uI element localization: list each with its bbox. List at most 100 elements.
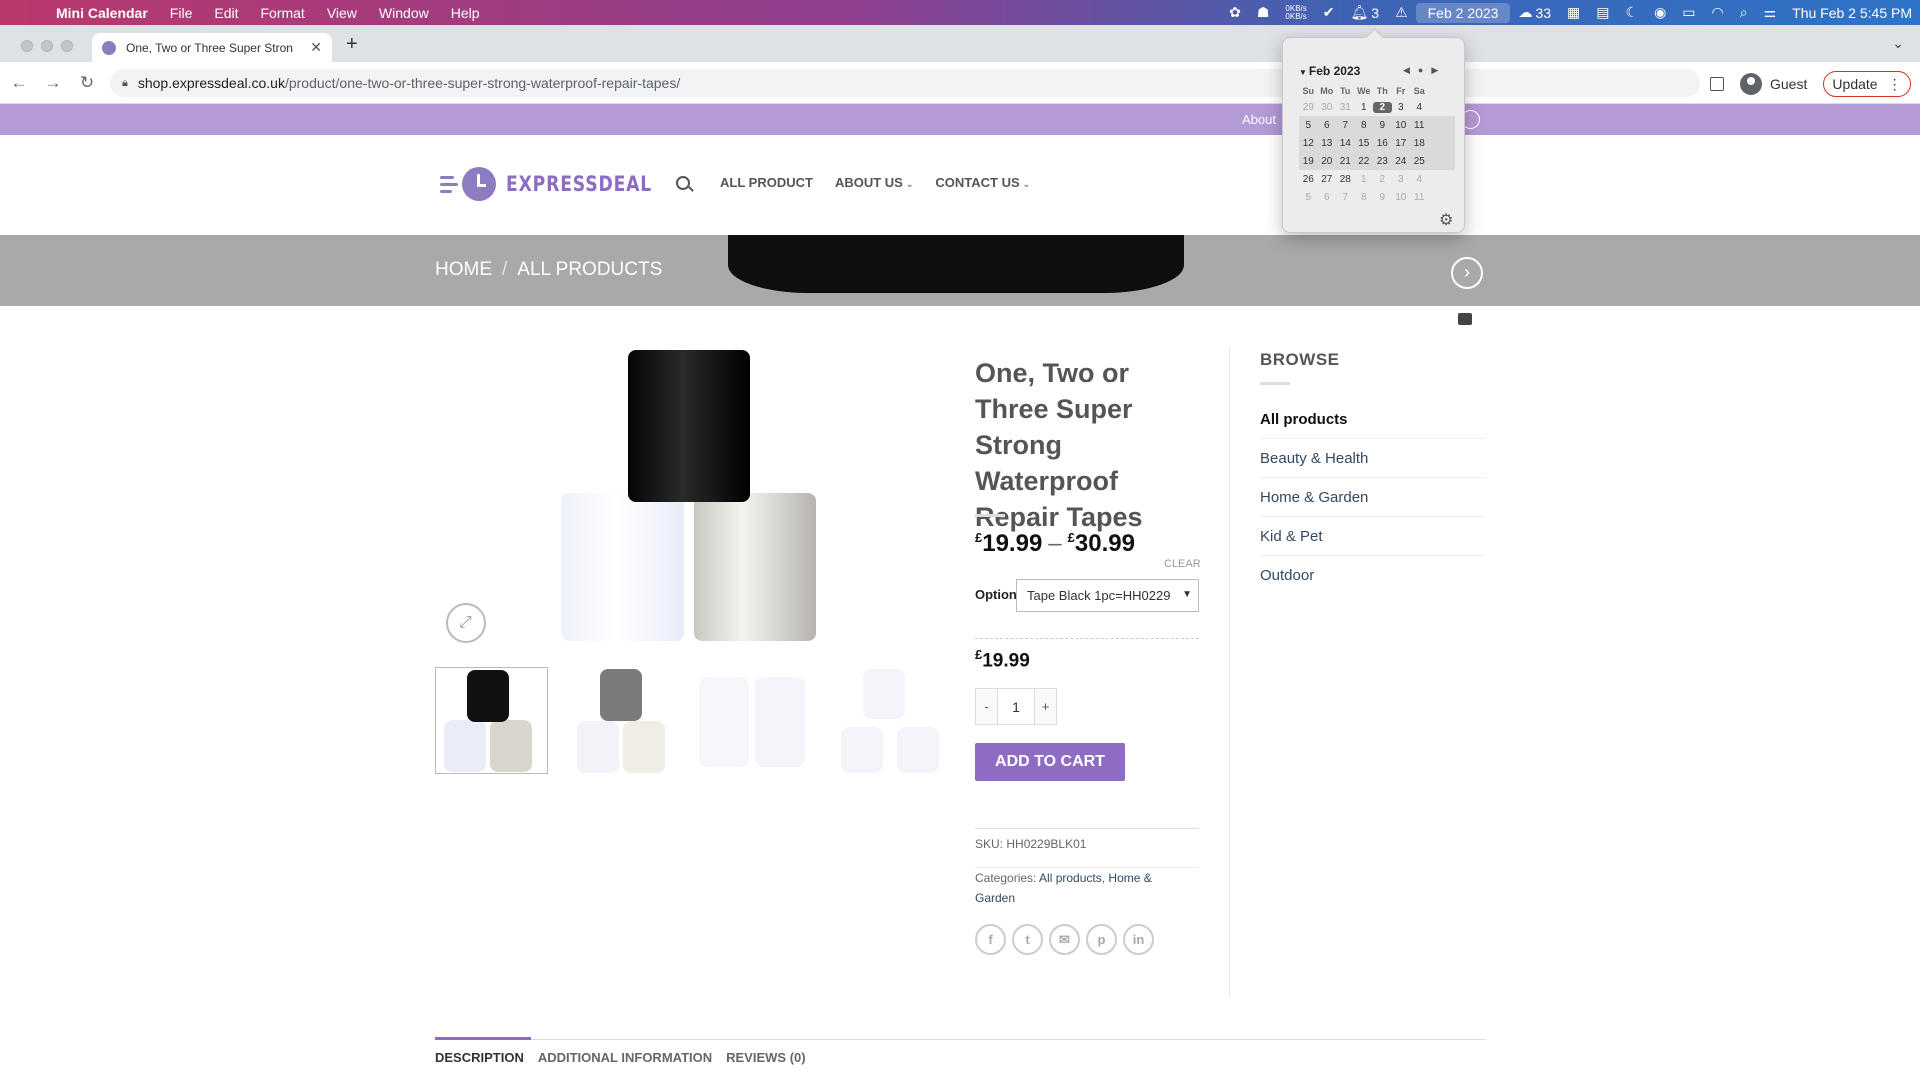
check-icon[interactable]: ✔ — [1315, 4, 1343, 21]
twitter-icon[interactable]: t — [1012, 924, 1043, 955]
thumbnail-1[interactable] — [435, 667, 548, 774]
menu-window[interactable]: Window — [368, 5, 440, 21]
browser-tab-active[interactable]: One, Two or Three Super Stron ✕ — [92, 33, 332, 62]
update-button[interactable]: Update ⋮ — [1823, 71, 1911, 97]
category-home-garden-link[interactable]: Home & — [1108, 871, 1151, 885]
email-icon[interactable]: ✉ — [1049, 924, 1080, 955]
calendar-day[interactable]: 27 — [1318, 174, 1337, 185]
guest-avatar[interactable] — [1740, 73, 1762, 95]
close-window-button[interactable] — [21, 40, 33, 52]
tab-search-chevron-icon[interactable]: ⌄ — [1892, 35, 1904, 52]
paw-icon[interactable]: ✿ — [1221, 4, 1249, 21]
calendar-day[interactable]: 7 — [1336, 120, 1355, 131]
calendar-day[interactable]: 3 — [1392, 174, 1411, 185]
menu-file[interactable]: File — [159, 5, 204, 21]
today-dot-icon[interactable]: ● — [1418, 65, 1431, 75]
qty-increase-button[interactable]: + — [1034, 688, 1057, 725]
sidebar-item-outdoor[interactable]: Outdoor — [1260, 556, 1485, 595]
alert-icon[interactable]: ⚠ — [1387, 4, 1416, 21]
calendar-day[interactable]: 18 — [1410, 138, 1429, 149]
menu-view[interactable]: View — [316, 5, 368, 21]
calendar-date-chip[interactable]: Feb 2 2023 — [1415, 2, 1511, 23]
calendar-day[interactable]: 22 — [1355, 156, 1374, 167]
top-about-link[interactable]: About — [1242, 112, 1276, 127]
zoom-window-button[interactable] — [61, 40, 73, 52]
back-button[interactable]: ← — [4, 73, 34, 93]
pinterest-icon[interactable]: p — [1086, 924, 1117, 955]
category-home-garden-link-cont[interactable]: Garden — [975, 891, 1015, 905]
calendar-day[interactable]: 1 — [1355, 102, 1374, 113]
notification-bell[interactable]: 🔔︎ 3 — [1342, 4, 1387, 21]
calendar-day-today[interactable]: 2 — [1373, 101, 1392, 113]
grid-icon[interactable]: ▤ — [1588, 4, 1617, 21]
calendar-day[interactable]: 4 — [1410, 102, 1429, 113]
calendar-day[interactable]: 29 — [1299, 102, 1318, 113]
add-to-cart-button[interactable]: ADD TO CART — [975, 743, 1125, 781]
calendar-day[interactable]: 8 — [1355, 120, 1374, 131]
calendar-day[interactable]: 23 — [1373, 156, 1392, 167]
sidebar-item-kid-pet[interactable]: Kid & Pet — [1260, 517, 1485, 556]
menu-format[interactable]: Format — [249, 5, 315, 21]
calendar-day[interactable]: 20 — [1318, 156, 1337, 167]
calendar-day[interactable]: 25 — [1410, 156, 1429, 167]
calendar-day[interactable]: 17 — [1392, 138, 1411, 149]
calendar-day[interactable]: 9 — [1373, 192, 1392, 203]
calendar-day[interactable]: 5 — [1299, 120, 1318, 131]
reload-button[interactable]: ↻ — [72, 73, 102, 93]
calendar-day[interactable]: 2 — [1373, 174, 1392, 185]
calendar-day[interactable]: 10 — [1392, 120, 1411, 131]
minimize-window-button[interactable] — [41, 40, 53, 52]
zoom-image-button[interactable]: ⤢ — [446, 603, 486, 643]
site-logo[interactable]: EXPRESSDEAL — [440, 167, 684, 201]
calendar-day[interactable]: 1 — [1355, 174, 1374, 185]
tab-additional-information[interactable]: ADDITIONAL INFORMATION — [538, 1040, 719, 1073]
calendar-day[interactable]: 15 — [1355, 138, 1374, 149]
sidebar-item-beauty-health[interactable]: Beauty & Health — [1260, 439, 1485, 478]
calendar-day[interactable]: 14 — [1336, 138, 1355, 149]
calendar-day[interactable]: 12 — [1299, 138, 1318, 149]
calendar-day[interactable]: 31 — [1336, 102, 1355, 113]
sidebar-item-all-products[interactable]: All products — [1260, 400, 1485, 439]
calendar-day[interactable]: 3 — [1392, 102, 1411, 113]
calendar-day[interactable]: 28 — [1336, 174, 1355, 185]
nav-about-us[interactable]: ABOUT US ⌄ — [835, 175, 913, 190]
next-month-icon[interactable]: ▶ — [1431, 65, 1446, 75]
qty-input[interactable]: 1 — [998, 688, 1034, 725]
nav-contact-us[interactable]: CONTACT US ⌄ — [935, 175, 1030, 190]
linkedin-icon[interactable]: in — [1123, 924, 1154, 955]
menu-edit[interactable]: Edit — [203, 5, 249, 21]
new-tab-button[interactable]: + — [346, 33, 358, 56]
side-panel-icon[interactable] — [1710, 77, 1724, 91]
calendar-day[interactable]: 4 — [1410, 174, 1429, 185]
calendar-day[interactable]: 16 — [1373, 138, 1392, 149]
facebook-icon[interactable]: f — [975, 924, 1006, 955]
main-product-image[interactable] — [555, 348, 940, 650]
gear-icon[interactable]: ⚙ — [1439, 210, 1453, 230]
wechat-status[interactable]: ☁ 33 — [1510, 4, 1559, 21]
tab-description[interactable]: DESCRIPTION — [435, 1037, 531, 1073]
calendar-day[interactable]: 11 — [1410, 120, 1429, 131]
search-icon[interactable] — [676, 175, 690, 190]
thumbnail-3[interactable] — [699, 667, 812, 774]
prev-month-icon[interactable]: ◀ — [1403, 65, 1418, 75]
thumbnail-4[interactable] — [831, 667, 944, 774]
breadcrumb-home[interactable]: HOME — [435, 259, 492, 280]
control-center-icon[interactable]: ⚌ — [1756, 4, 1785, 21]
calendar-day[interactable]: 21 — [1336, 156, 1355, 167]
spotlight-icon[interactable]: ⌕ — [1732, 4, 1756, 21]
calendar-day[interactable]: 24 — [1392, 156, 1411, 167]
menubar-clock[interactable]: Thu Feb 2 5:45 PM — [1784, 5, 1920, 21]
profile-name[interactable]: Guest — [1770, 76, 1807, 92]
cart-icon[interactable] — [1458, 313, 1472, 325]
calendar-day[interactable]: 9 — [1373, 120, 1392, 131]
calendar-month-header[interactable]: ▼ Feb 2023 — [1299, 64, 1360, 78]
moon-icon[interactable]: ☾ — [1618, 4, 1647, 21]
app-menu[interactable]: Mini Calendar — [56, 5, 159, 21]
clear-option-link[interactable]: CLEAR — [1164, 558, 1201, 570]
calendar-day[interactable]: 30 — [1318, 102, 1337, 113]
tab-reviews[interactable]: REVIEWS (0) — [726, 1040, 812, 1073]
qty-decrease-button[interactable]: - — [975, 688, 998, 725]
calendar-day[interactable]: 5 — [1299, 192, 1318, 203]
network-speed[interactable]: 0KB/s 0KB/s — [1277, 4, 1314, 21]
category-all-products-link[interactable]: All products — [1039, 871, 1102, 885]
